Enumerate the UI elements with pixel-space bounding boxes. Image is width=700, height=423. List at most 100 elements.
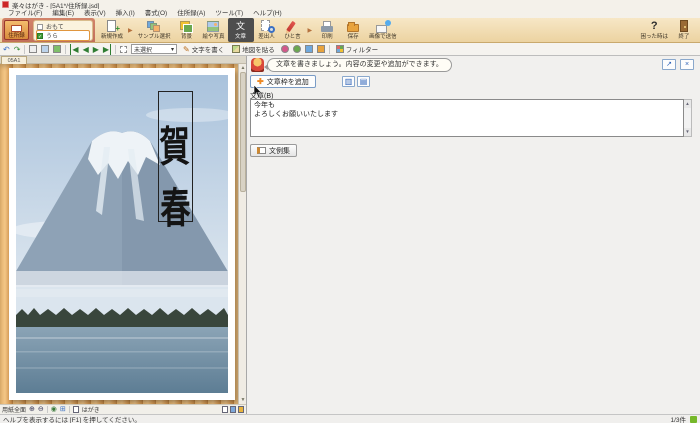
status-bar: ヘルプを表示するには [F1] を押してください。 1/3件 [0,414,700,423]
filter-grid-icon [335,45,344,53]
panel-close-button[interactable]: × [680,59,694,70]
side-switch: おもて ✓ うら [33,20,93,41]
background-layers-icon [178,20,194,33]
main-toolbar: 住所録 おもて ✓ うら + 新規作成 ▶ サンプル選択 背景 絵や写真 文 文… [0,18,700,43]
send-image-button[interactable]: 画像で送信 [366,18,400,42]
book-tool-icon[interactable] [53,45,62,53]
write-text-button[interactable]: ✎ 文字を書く [181,44,226,55]
redo-icon[interactable]: ↷ [14,44,21,55]
address-book-icon [11,25,22,32]
horizontal-text-button[interactable]: ▤ [357,76,370,87]
globe-view-icon[interactable]: ◉ [51,405,57,414]
send-image-icon [375,20,391,33]
address-book-button[interactable]: 住所録 [4,20,29,40]
separator [24,44,26,54]
undo-icon[interactable]: ↶ [3,44,10,55]
menu-format[interactable]: 書式(O) [141,9,171,18]
back-side-tab[interactable]: ✓ うら [36,30,90,41]
panel-float-button[interactable]: ↗ [662,59,676,70]
flower-tool-icon[interactable] [280,45,289,53]
menu-file[interactable]: ファイル(F) [4,9,46,18]
desk-background: 賀春 [0,64,238,404]
nav-next-icon[interactable]: ▶ [93,44,99,55]
design-tab[interactable]: 05A1 [1,56,27,64]
pencil-icon: ✎ [183,44,190,54]
question-icon: ? [650,20,658,32]
frame-tool-icon[interactable] [304,45,313,53]
delete-page-icon[interactable] [238,406,244,413]
canvas-footer-bar: 用紙全面 ⊕ ⊖ ◉ ⊞ はがき [0,404,246,414]
record-count: 1/3件 [670,417,686,423]
paste-map-button[interactable]: 地図を貼る [230,44,277,54]
filter-button[interactable]: フィルター [334,44,380,54]
paper-view-label[interactable]: 用紙全面 [2,405,26,414]
menu-help[interactable]: ヘルプ(H) [249,9,286,18]
menu-view[interactable]: 表示(V) [80,9,110,18]
float-icon: ↗ [666,61,672,68]
nav-first-icon[interactable]: ◀ [70,43,79,55]
new-button[interactable]: + 新規作成 [98,18,126,42]
status-green-icon [690,415,697,423]
scroll-up-icon[interactable]: ▲ [684,100,691,108]
separator [115,44,117,54]
zoom-out-icon[interactable]: ⊖ [38,405,44,414]
example-phrases-button[interactable]: 文例集 [250,144,297,157]
horizontal-text-icon: ▤ [359,77,368,86]
selection-combobox[interactable]: 未選択 ▾ [131,44,178,54]
design-canvas-area: 05A1 賀春 ▲ ▼ 用紙全面 ⊕ ⊖ ◉ ⊞ はがき [0,56,246,414]
new-document-icon: + [104,20,120,33]
door-icon [676,20,692,33]
message-textarea[interactable]: 今年も よろしくお願いいたします [250,99,684,137]
textarea-scrollbar[interactable]: ▲ ▼ [684,99,692,137]
photo-icon [205,20,221,33]
menu-addressbook[interactable]: 住所録(A) [173,9,209,18]
pictures-button[interactable]: 絵や写真 [199,18,227,42]
sender-button[interactable]: 差出人 [254,18,280,42]
leaf-tool-icon[interactable] [292,45,301,53]
scroll-down-icon[interactable]: ▼ [684,128,691,136]
help-button[interactable]: ? 困った時は [637,18,671,42]
app-window: 楽々はがき - [5A1*/住所録.jsd] ファイル(F) 編集(E) 表示(… [0,0,700,423]
save-folder-icon [345,20,361,33]
save-button[interactable]: 保存 [340,18,366,42]
toolbar-buttons: + 新規作成 ▶ サンプル選択 背景 絵や写真 文 文章 差出人 ひと言 ▶ 印… [98,18,400,42]
calligraphy-text: 賀春 [153,123,190,248]
exit-button[interactable]: 終了 [671,18,697,42]
text-icon: 文 [235,21,245,31]
nav-last-icon[interactable]: ▶ [103,43,112,55]
copy-page-icon[interactable] [230,406,236,413]
zoom-in-icon[interactable]: ⊕ [29,405,35,414]
menu-bar: ファイル(F) 編集(E) 表示(V) 挿入(I) 書式(O) 住所録(A) ツ… [0,9,700,18]
hitokoto-button[interactable]: ひと言 [280,18,306,42]
toolbar-right-group: ? 困った時は 終了 [637,18,697,42]
menu-insert[interactable]: 挿入(I) [112,9,139,18]
front-side-tab[interactable]: おもて [37,22,89,31]
sample-select-button[interactable]: サンプル選択 [135,18,174,42]
map-icon [232,45,241,53]
assistant-mascot-icon [251,58,264,72]
separator [328,44,330,54]
background-button[interactable]: 背景 [173,18,199,42]
menu-edit[interactable]: 編集(E) [48,9,78,18]
vertical-text-button[interactable]: ▥ [342,76,355,87]
front-unchecked-icon [37,23,43,30]
stamp-tool-icon[interactable] [29,45,38,53]
print-button[interactable]: 印刷 [314,18,340,42]
grid-view-icon[interactable]: ⊞ [60,405,66,414]
nav-prev-icon[interactable]: ◀ [83,44,89,55]
pencil-icon [285,20,301,33]
selection-box-icon[interactable] [120,45,128,53]
calligraphy-text-frame[interactable]: 賀春 [153,91,193,248]
page-icon [72,406,79,413]
photo-tool-icon[interactable] [316,45,325,53]
postcard-preview[interactable]: 賀春 [9,68,235,400]
hagaki-label: はがき [81,408,100,414]
book-icon [257,147,266,154]
canvas-vertical-scrollbar[interactable]: ▲ ▼ [238,64,246,404]
printer-icon [319,20,335,33]
close-icon: × [684,61,690,68]
image-tool-icon[interactable] [41,45,50,53]
text-button[interactable]: 文 文章 [227,18,254,42]
menu-tools[interactable]: ツール(T) [211,9,247,18]
new-page-icon[interactable] [222,406,228,413]
